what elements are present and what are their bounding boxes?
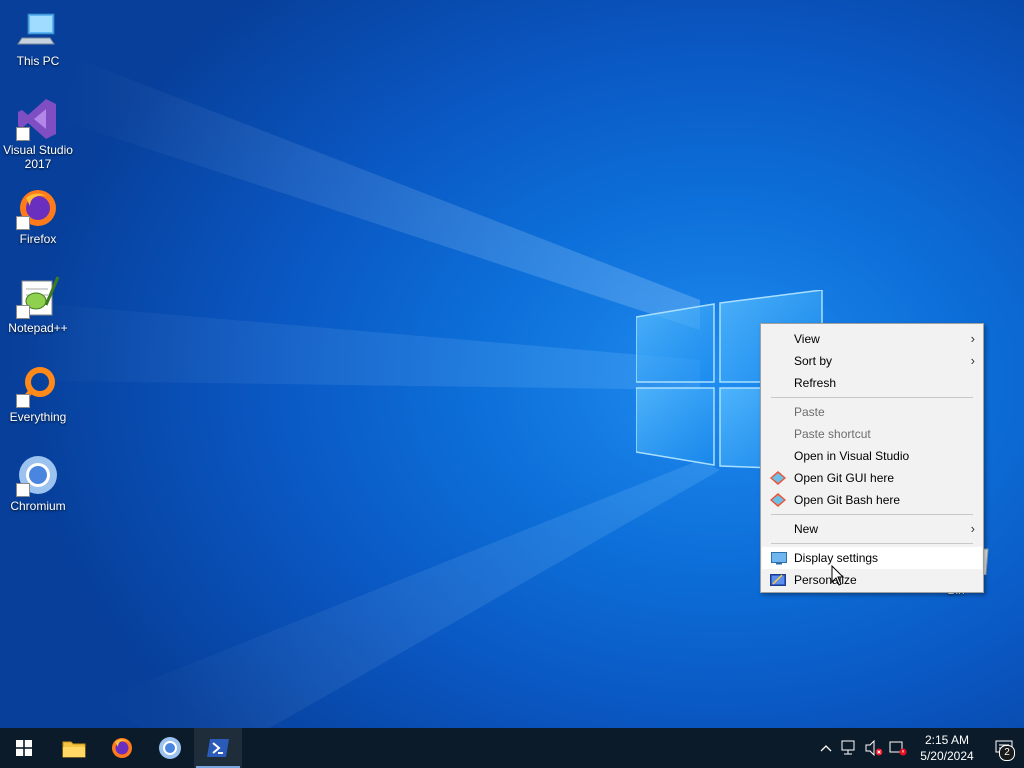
display-icon [771,552,787,565]
taskbar-file-explorer-button[interactable] [50,728,98,768]
menu-item-view[interactable]: View › [761,328,983,350]
shortcut-arrow-icon [16,216,30,230]
desktop-icon-this-pc[interactable]: This PC [0,8,76,68]
menu-item-label: View [794,332,820,346]
desktop-icon-label: Chromium [10,499,66,513]
menu-item-open-git-gui[interactable]: Open Git GUI here [761,467,983,489]
desktop-icon-chromium[interactable]: Chromium [0,453,76,513]
visual-studio-icon [16,97,60,141]
submenu-arrow-icon: › [970,353,975,368]
everything-icon [16,364,60,408]
taskbar-firefox-button[interactable] [98,728,146,768]
clock-date: 5/20/2024 [920,749,974,763]
menu-item-label: Sort by [794,354,833,368]
chromium-icon [16,453,60,497]
menu-item-open-in-visual-studio[interactable]: Open in Visual Studio [761,445,983,467]
menu-item-label: Display settings [794,551,879,565]
taskbar: 2:15 AM 5/20/2024 2 [0,728,1024,768]
network-button[interactable] [838,728,862,768]
menu-item-label: Personalize [794,573,857,587]
computer-icon [16,8,60,52]
chevron-up-icon [820,745,832,752]
system-tray: 2:15 AM 5/20/2024 2 [814,728,1024,768]
shortcut-arrow-icon [16,305,30,319]
desktop-icon-notepad-plus-plus[interactable]: Notepad++ [0,275,76,335]
desktop-context-menu: View › Sort by › Refresh Paste Paste sho… [760,323,984,593]
git-icon [770,471,786,485]
notification-count-badge: 2 [999,745,1015,761]
menu-item-label: Paste shortcut [794,427,871,441]
menu-separator [771,397,973,398]
volume-muted-icon [865,740,883,756]
menu-item-paste: Paste [761,401,983,423]
desktop-icon-firefox[interactable]: Firefox [0,186,76,246]
submenu-arrow-icon: › [970,331,975,346]
volume-button[interactable] [862,728,886,768]
menu-item-label: Open Git Bash here [794,493,901,507]
submenu-arrow-icon: › [970,521,975,536]
menu-item-refresh[interactable]: Refresh [761,372,983,394]
desktop-icon-visual-studio[interactable]: Visual Studio 2017 [0,97,76,171]
menu-item-display-settings[interactable]: Display settings [762,547,982,569]
taskbar-clock[interactable]: 2:15 AM 5/20/2024 [910,732,984,764]
menu-item-label: Refresh [794,376,837,390]
windows-start-icon [16,740,32,756]
taskbar-chromium-button[interactable] [146,728,194,768]
firefox-icon [16,186,60,230]
start-button[interactable] [0,728,48,768]
shortcut-arrow-icon [16,483,30,497]
clock-time: 2:15 AM [924,733,970,747]
mouse-cursor-icon [831,565,845,586]
notepad-plus-plus-icon [16,275,60,319]
chromium-icon [159,737,181,759]
menu-item-personalize[interactable]: Personalize [761,569,983,591]
show-hidden-icons-button[interactable] [814,728,838,768]
folder-icon [62,741,86,758]
desktop-icon-label: This PC [16,54,60,68]
menu-item-sort-by[interactable]: Sort by › [761,350,983,372]
powershell-icon [207,739,229,757]
desktop-icon-label: Notepad++ [8,321,68,335]
desktop-icon-label: Visual Studio 2017 [3,143,73,171]
menu-item-label: Paste [794,405,825,419]
desktop-icon-label: Everything [9,410,67,424]
menu-item-label: Open Git GUI here [794,471,895,485]
menu-item-label: New [794,522,819,536]
menu-item-new[interactable]: New › [761,518,983,540]
desktop[interactable]: This PC Visual Studio 2017 Firefox Notep… [0,0,1024,768]
network-icon [841,740,855,755]
menu-item-label: Open in Visual Studio [794,449,910,463]
taskbar-powershell-button[interactable] [194,728,242,768]
notifications-button[interactable]: 2 [984,728,1024,768]
shortcut-arrow-icon [16,127,30,141]
menu-item-paste-shortcut: Paste shortcut [761,423,983,445]
desktop-icon-everything[interactable]: Everything [0,364,76,424]
menu-item-open-git-bash[interactable]: Open Git Bash here [761,489,983,511]
menu-separator [771,543,973,544]
action-center-security-button[interactable] [886,728,910,768]
firefox-icon [112,738,132,758]
desktop-icon-label: Firefox [19,232,57,246]
git-icon [770,493,786,507]
menu-separator [771,514,973,515]
security-alert-icon [889,741,907,756]
shortcut-arrow-icon [16,394,30,408]
personalize-icon [770,574,786,586]
